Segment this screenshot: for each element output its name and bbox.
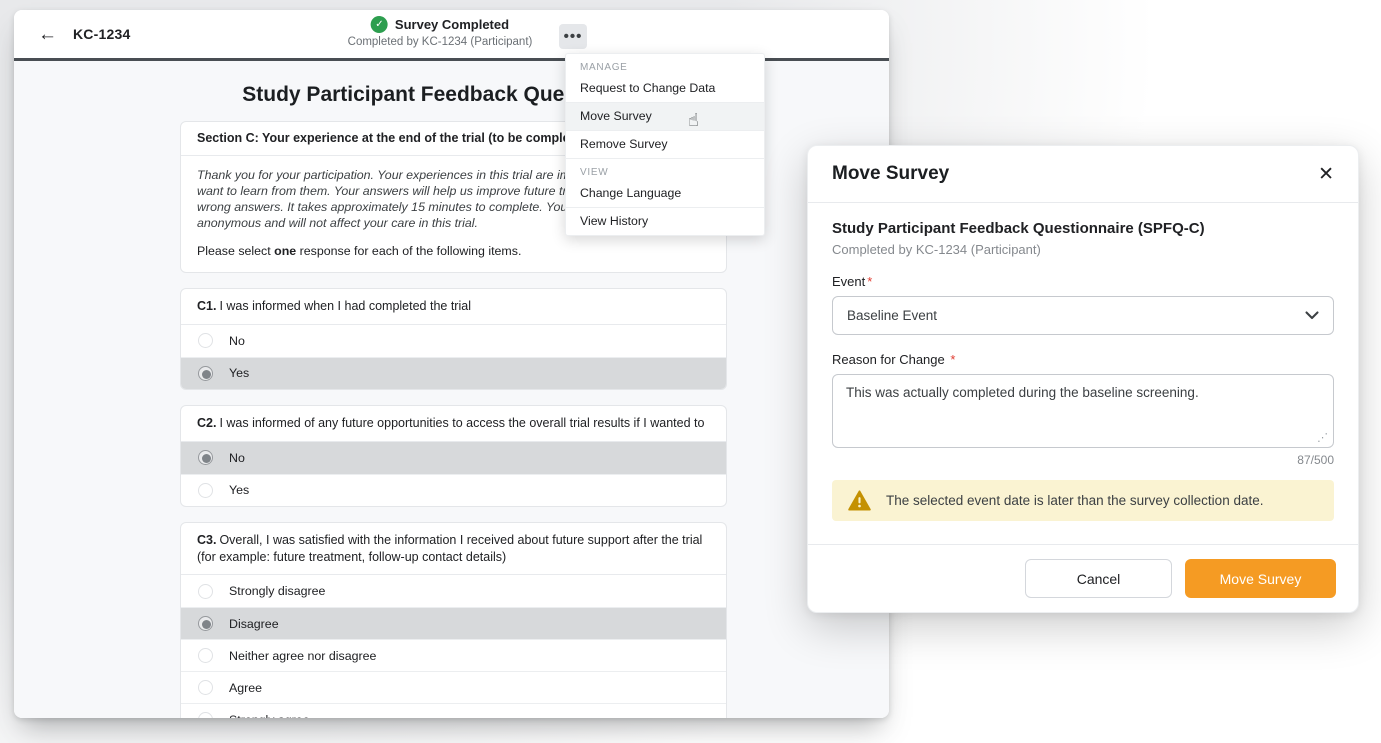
radio-icon[interactable] bbox=[198, 680, 213, 695]
char-counter: 87/500 bbox=[832, 453, 1334, 467]
question-card-c3: C3.Overall, I was satisfied with the inf… bbox=[180, 522, 727, 718]
option-row-neither-agree-nor-disagree[interactable]: Neither agree nor disagree bbox=[181, 639, 726, 671]
menu-item-view-history[interactable]: View History bbox=[566, 207, 764, 235]
event-label: Event* bbox=[832, 274, 1334, 289]
event-select-value: Baseline Event bbox=[847, 308, 937, 323]
radio-selected-icon[interactable] bbox=[198, 616, 213, 631]
kebab-dropdown-menu: MANAGERequest to Change DataMove SurveyR… bbox=[565, 53, 765, 236]
radio-icon[interactable] bbox=[198, 584, 213, 599]
menu-item-change-language[interactable]: Change Language bbox=[566, 180, 764, 207]
option-label: No bbox=[229, 334, 245, 348]
required-asterisk: * bbox=[867, 274, 872, 289]
option-row-yes[interactable]: Yes bbox=[181, 357, 726, 389]
radio-icon[interactable] bbox=[198, 333, 213, 348]
option-label: No bbox=[229, 451, 245, 465]
question-card-c1: C1.I was informed when I had completed t… bbox=[180, 288, 727, 390]
reason-textarea[interactable]: This was actually completed during the b… bbox=[832, 374, 1334, 448]
modal-survey-name: Study Participant Feedback Questionnaire… bbox=[832, 220, 1334, 237]
close-icon[interactable]: ✕ bbox=[1318, 165, 1334, 184]
question-text: C1.I was informed when I had completed t… bbox=[181, 289, 726, 325]
chevron-down-icon bbox=[1305, 311, 1319, 320]
menu-section-manage: MANAGERequest to Change DataMove SurveyR… bbox=[566, 54, 764, 158]
back-arrow-icon[interactable]: ← bbox=[38, 25, 57, 44]
option-label: Disagree bbox=[229, 617, 279, 631]
warning-banner: The selected event date is later than th… bbox=[832, 480, 1334, 521]
option-label: Yes bbox=[229, 366, 249, 380]
instruction-text: Please select one response for each of t… bbox=[181, 231, 726, 272]
cancel-button[interactable]: Cancel bbox=[1025, 559, 1172, 598]
move-survey-modal: Move Survey ✕ Study Participant Feedback… bbox=[807, 145, 1359, 613]
menu-section-header: MANAGE bbox=[566, 54, 764, 75]
radio-icon[interactable] bbox=[198, 648, 213, 663]
reason-label: Reason for Change * bbox=[832, 352, 1334, 367]
menu-item-move-survey[interactable]: Move Survey bbox=[566, 102, 764, 130]
menu-section-header: VIEW bbox=[566, 159, 764, 180]
option-row-strongly-agree[interactable]: Strongly agree bbox=[181, 703, 726, 718]
modal-completed-by: Completed by KC-1234 (Participant) bbox=[832, 242, 1334, 257]
status-subtitle: Completed by KC-1234 (Participant) bbox=[348, 36, 533, 48]
option-label: Strongly agree bbox=[229, 713, 310, 718]
radio-icon[interactable] bbox=[198, 712, 213, 718]
reason-text: This was actually completed during the b… bbox=[846, 385, 1199, 400]
option-row-agree[interactable]: Agree bbox=[181, 671, 726, 703]
warning-triangle-icon bbox=[848, 490, 871, 511]
question-list: C1.I was informed when I had completed t… bbox=[180, 288, 727, 718]
modal-title: Move Survey bbox=[832, 163, 949, 185]
radio-icon[interactable] bbox=[198, 483, 213, 498]
resize-handle-icon[interactable]: ⋰ bbox=[1317, 431, 1328, 446]
option-row-no[interactable]: No bbox=[181, 325, 726, 357]
required-asterisk: * bbox=[950, 352, 955, 367]
menu-item-remove-survey[interactable]: Remove Survey bbox=[566, 130, 764, 158]
app-header: ← KC-1234 ✓ Survey Completed Completed b… bbox=[14, 10, 889, 58]
radio-selected-icon[interactable] bbox=[198, 366, 213, 381]
option-label: Agree bbox=[229, 681, 262, 695]
menu-section-view: VIEWChange LanguageView History bbox=[566, 158, 764, 235]
option-row-no[interactable]: No bbox=[181, 442, 726, 474]
option-label: Yes bbox=[229, 483, 249, 497]
move-survey-button[interactable]: Move Survey bbox=[1185, 559, 1336, 598]
check-circle-icon: ✓ bbox=[371, 16, 388, 33]
status-badge: ✓ Survey Completed Completed by KC-1234 … bbox=[348, 16, 533, 48]
question-text: C2.I was informed of any future opportun… bbox=[181, 406, 726, 442]
kebab-menu-button[interactable]: ••• bbox=[559, 24, 587, 49]
option-label: Strongly disagree bbox=[229, 584, 325, 598]
question-card-c2: C2.I was informed of any future opportun… bbox=[180, 405, 727, 507]
option-row-yes[interactable]: Yes bbox=[181, 474, 726, 506]
question-text: C3.Overall, I was satisfied with the inf… bbox=[181, 523, 726, 576]
participant-id: KC-1234 bbox=[73, 26, 130, 42]
warning-text: The selected event date is later than th… bbox=[886, 493, 1263, 508]
option-row-disagree[interactable]: Disagree bbox=[181, 607, 726, 639]
menu-item-request-to-change-data[interactable]: Request to Change Data bbox=[566, 75, 764, 102]
radio-selected-icon[interactable] bbox=[198, 450, 213, 465]
event-select[interactable]: Baseline Event bbox=[832, 296, 1334, 335]
option-label: Neither agree nor disagree bbox=[229, 649, 376, 663]
option-row-strongly-disagree[interactable]: Strongly disagree bbox=[181, 575, 726, 607]
status-title: Survey Completed bbox=[395, 17, 509, 32]
